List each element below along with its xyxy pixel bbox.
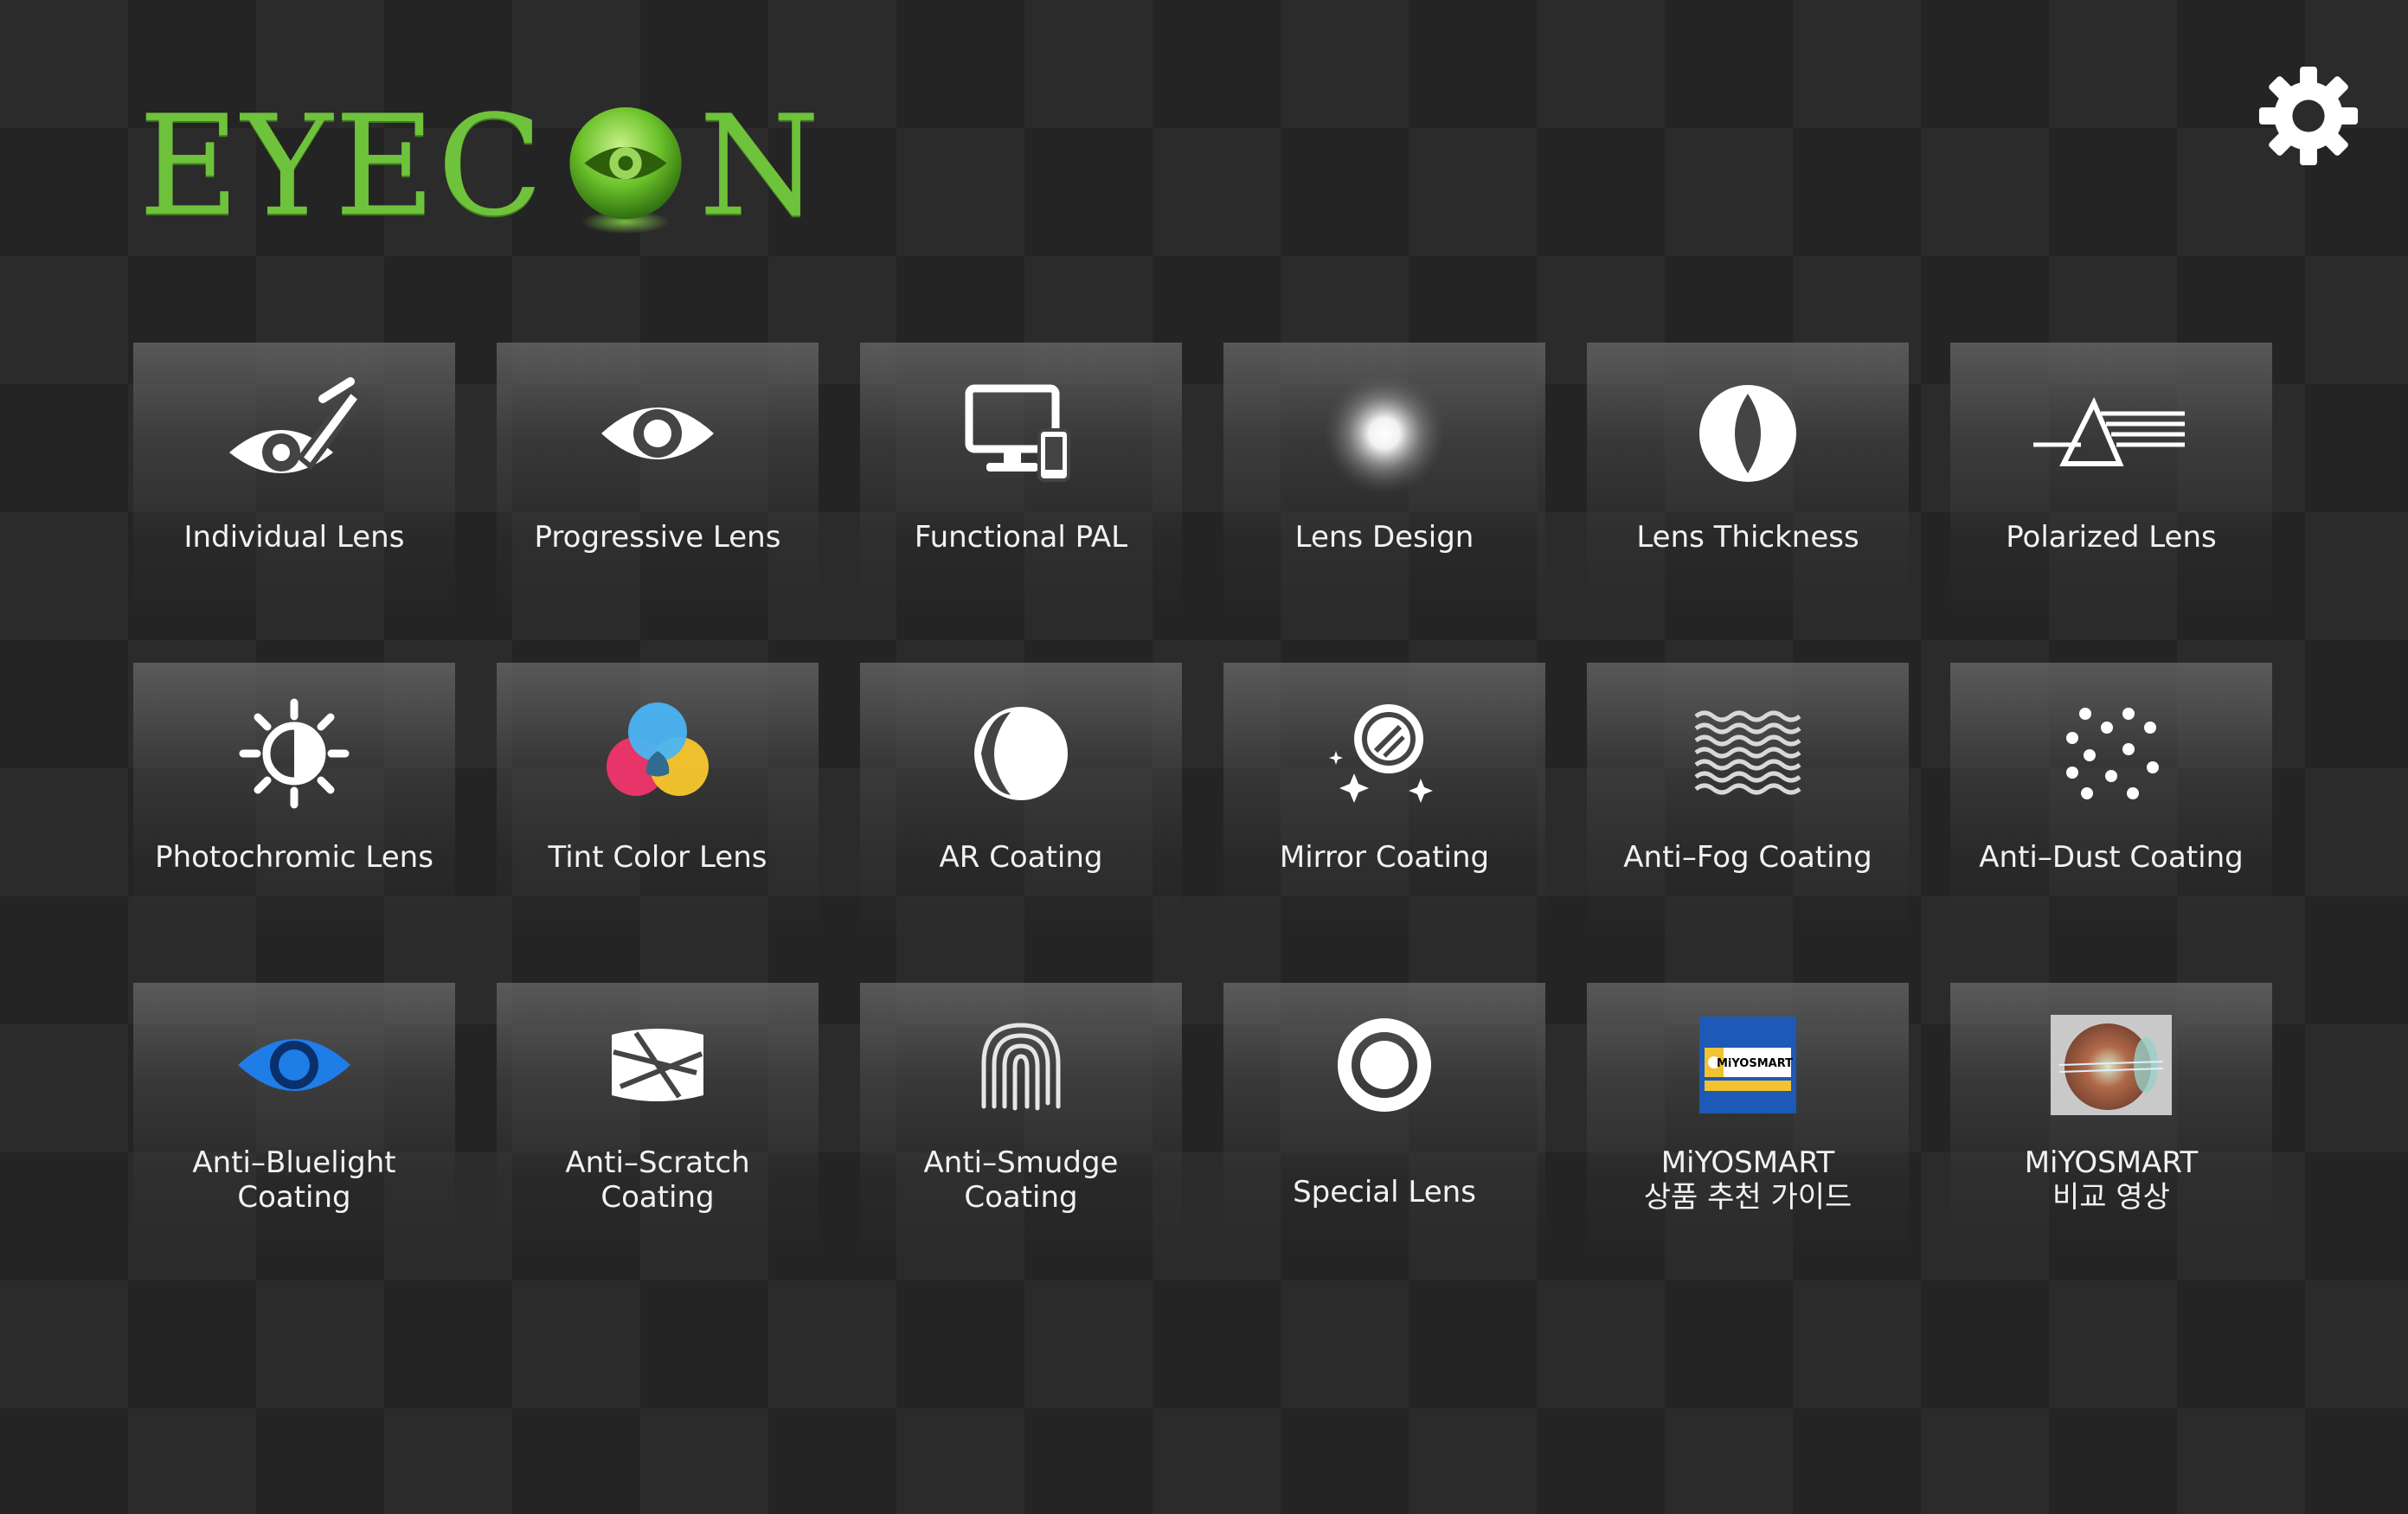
- waves-icon: [1694, 710, 1801, 795]
- tile-label-line2: Coating: [964, 1180, 1078, 1215]
- eye-pen-icon: [229, 377, 365, 473]
- logo-text-right: N: [698, 85, 822, 247]
- crescent-icon: [974, 707, 1068, 800]
- tile-anti-smudge-coating[interactable]: Anti–Smudge Coating: [860, 983, 1182, 1264]
- tile-tint-color-lens[interactable]: Tint Color Lens: [497, 663, 819, 944]
- green-eye-logo-icon: [569, 107, 682, 234]
- eyeball-video-thumbnail: [2051, 1015, 2172, 1115]
- tile-ar-coating[interactable]: AR Coating: [860, 663, 1182, 944]
- tile-label: Individual Lens: [183, 520, 405, 555]
- tile-label: Lens Design: [1294, 520, 1474, 555]
- gear-icon[interactable]: [2255, 62, 2362, 170]
- tile-label: Progressive Lens: [534, 520, 781, 555]
- tile-label: Anti–Bluelight Coating: [133, 1145, 455, 1215]
- tile-label-line2: 비교 영상: [2052, 1180, 2170, 1215]
- tile-progressive-lens[interactable]: Progressive Lens: [497, 343, 819, 624]
- sun-icon: [239, 698, 350, 809]
- tile-special-lens[interactable]: Special Lens: [1223, 983, 1545, 1264]
- tile-label: MiYOSMART 비교 영상: [1950, 1145, 2272, 1215]
- tile-anti-scratch-coating[interactable]: Anti–Scratch Coating: [497, 983, 819, 1264]
- tile-anti-bluelight-coating[interactable]: Anti–Bluelight Coating: [133, 983, 455, 1264]
- tile-label: Anti–Scratch Coating: [497, 1145, 819, 1215]
- miyosmart-box-icon: MiYOSMART: [1699, 1017, 1796, 1113]
- tile-anti-fog-coating[interactable]: Anti–Fog Coating: [1587, 663, 1909, 944]
- tile-label: Functional PAL: [914, 520, 1128, 555]
- tile-label: Special Lens: [1293, 1175, 1476, 1209]
- tile-label: Anti–Dust Coating: [1979, 840, 2244, 875]
- tile-polarized-lens[interactable]: Polarized Lens: [1950, 343, 2272, 624]
- fingerprint-icon: [981, 1023, 1061, 1111]
- tile-label-line1: MiYOSMART: [1660, 1145, 1835, 1180]
- mirror-sparkle-icon: [1329, 704, 1433, 803]
- eye-icon: [601, 407, 714, 459]
- tile-miyosmart-video[interactable]: MiYOSMART 비교 영상: [1950, 983, 2272, 1264]
- tile-anti-dust-coating[interactable]: Anti–Dust Coating: [1950, 663, 2272, 944]
- tile-label: Mirror Coating: [1279, 840, 1490, 875]
- tile-individual-lens[interactable]: Individual Lens: [133, 343, 455, 624]
- tile-mirror-coating[interactable]: Mirror Coating: [1223, 663, 1545, 944]
- tile-label: Photochromic Lens: [155, 840, 433, 875]
- app-logo: EYEC N: [138, 80, 822, 253]
- lens-glow-icon: [1324, 373, 1445, 494]
- miyosmart-thumb-text: MiYOSMART: [1717, 1057, 1793, 1070]
- tile-label: Polarized Lens: [2006, 520, 2217, 555]
- tile-label-line2: Coating: [237, 1180, 351, 1215]
- color-circles-icon: [607, 702, 709, 796]
- devices-icon: [965, 384, 1070, 482]
- tile-photochromic-lens[interactable]: Photochromic Lens: [133, 663, 455, 944]
- tile-label: AR Coating: [939, 840, 1103, 875]
- logo-text-left: EYEC: [138, 85, 545, 247]
- menu-grid: Individual Lens Progressive Lens Functio…: [133, 343, 2272, 1303]
- polarized-icon: [2033, 396, 2185, 466]
- scratch-icon: [612, 1029, 703, 1101]
- tile-label: Tint Color Lens: [548, 840, 767, 875]
- tile-miyosmart-guide[interactable]: MiYOSMART MiYOSMART 상품 추천 가이드: [1587, 983, 1909, 1264]
- lens-thickness-icon: [1699, 385, 1796, 482]
- tile-label: MiYOSMART 상품 추천 가이드: [1587, 1145, 1909, 1215]
- blue-eye-icon: [238, 1039, 350, 1091]
- tile-label-line1: Anti–Smudge: [923, 1145, 1119, 1180]
- dots-icon: [2066, 708, 2159, 799]
- tile-lens-design[interactable]: Lens Design: [1223, 343, 1545, 624]
- tile-label-line1: Anti–Scratch: [565, 1145, 750, 1180]
- tile-label-line2: Coating: [600, 1180, 715, 1215]
- tile-label: Anti–Fog Coating: [1623, 840, 1872, 875]
- tile-functional-pal[interactable]: Functional PAL: [860, 343, 1182, 624]
- ring-icon: [1338, 1018, 1431, 1112]
- tile-lens-thickness[interactable]: Lens Thickness: [1587, 343, 1909, 624]
- tile-label: Lens Thickness: [1636, 520, 1859, 555]
- tile-label-line1: Anti–Bluelight: [192, 1145, 396, 1180]
- tile-label-line1: MiYOSMART: [2024, 1145, 2199, 1180]
- tile-label-line2: 상품 추천 가이드: [1643, 1180, 1853, 1215]
- tile-label: Anti–Smudge Coating: [860, 1145, 1182, 1215]
